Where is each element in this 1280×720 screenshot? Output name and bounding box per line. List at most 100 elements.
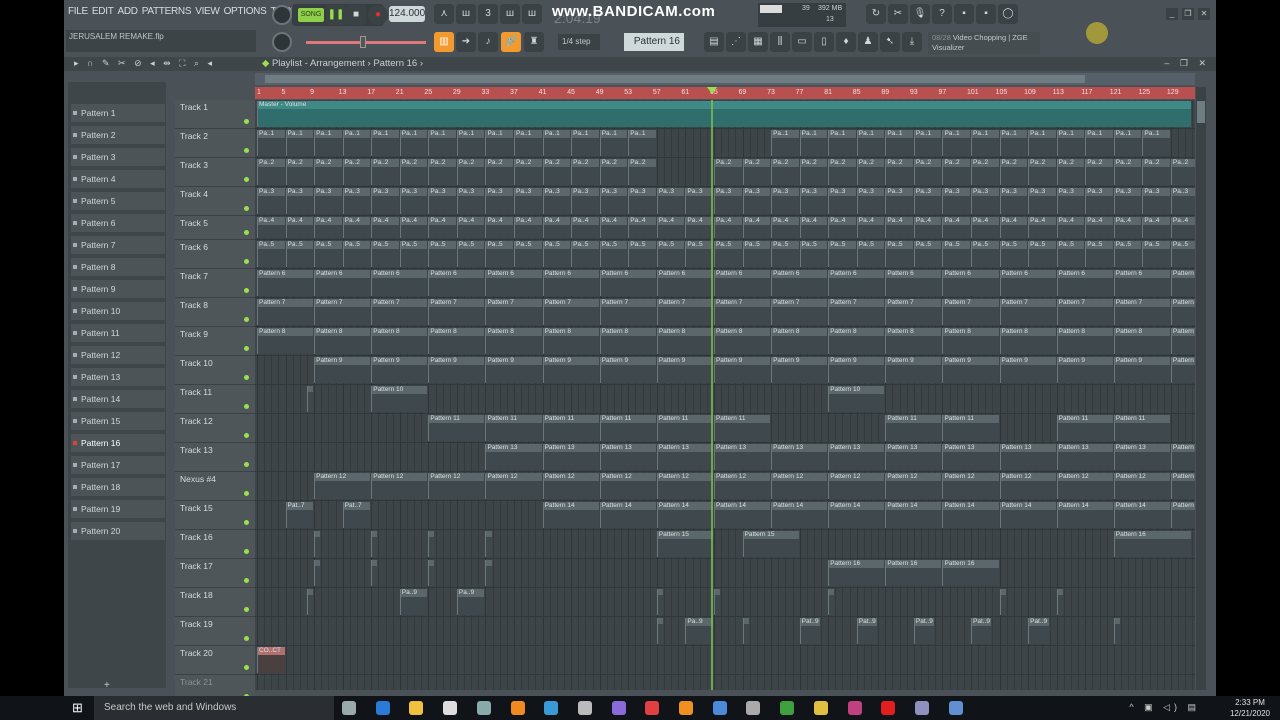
vertical-scrollbar[interactable] [1196, 87, 1206, 690]
pattern-item[interactable]: Pattern 14 [71, 390, 165, 408]
playlist-clip[interactable]: Pa..5 [828, 241, 856, 267]
track-enable-led[interactable] [244, 230, 249, 235]
playlist-clip[interactable]: Pa..1 [399, 130, 428, 156]
playlist-clip[interactable]: Pa..4 [1113, 217, 1142, 238]
playlist-clip[interactable]: Pat..9 [913, 618, 935, 644]
playlist-clip[interactable]: Pattern 6 [771, 270, 828, 296]
track-name[interactable]: Track 13 [180, 445, 213, 455]
pattern-selector[interactable]: Pattern 16 [624, 33, 684, 51]
playlist-clip[interactable]: Pa..4 [542, 217, 571, 238]
playlist-clip[interactable]: Pattern 7 [713, 299, 771, 325]
playlist-clip[interactable]: Pattern 9 [828, 357, 885, 383]
playlist-clip[interactable]: Pattern 14 [656, 502, 713, 528]
playlist-clip[interactable]: Pattern 13 [542, 444, 599, 470]
track-name[interactable]: Track 4 [180, 189, 208, 199]
playlist-clip[interactable]: Pattern 12 [1113, 473, 1170, 499]
playlist-clip[interactable]: Pattern 8 [828, 328, 885, 354]
track-enable-led[interactable] [244, 636, 249, 641]
track-header[interactable]: Track 12 [175, 414, 255, 443]
wait-for-input-icon[interactable]: ш [456, 4, 476, 24]
playlist-clip[interactable]: Pa..1 [771, 130, 799, 156]
playlist-clip[interactable]: Pa..1 [371, 130, 399, 156]
playlist-clip[interactable]: Pa..5 [1028, 241, 1056, 267]
playlist-clip[interactable]: Pa..2 [1142, 159, 1170, 185]
playlist-clip[interactable]: Pattern 12 [428, 473, 485, 499]
playlist-clip[interactable]: Pattern 12 [599, 473, 656, 499]
playlist-clip[interactable]: Pa..4 [999, 217, 1028, 238]
playlist-clip[interactable]: Pattern 7 [599, 299, 656, 325]
playlist-clip[interactable]: Pa..1 [1056, 130, 1085, 156]
track-name[interactable]: Track 9 [180, 329, 208, 339]
playlist-clip[interactable]: Pa..2 [257, 159, 285, 185]
playlist-clip[interactable]: Pa..4 [285, 217, 314, 238]
playlist-clip[interactable]: Pattern 7 [828, 299, 885, 325]
chat-icon[interactable]: ◯ [998, 4, 1018, 24]
playlist-clip[interactable]: Pattern 12 [713, 473, 771, 499]
playlist-clip[interactable]: Pattern 14 [599, 502, 656, 528]
playlist-clip[interactable]: Pa..5 [514, 241, 542, 267]
playlist-clip[interactable]: Pa..4 [485, 217, 514, 238]
playlist-clip[interactable]: Pattern 8 [542, 328, 599, 354]
playlist-clip[interactable]: Pattern 6 [1056, 270, 1113, 296]
track-header[interactable]: Nexus #4 [175, 472, 255, 501]
app-icon[interactable] [476, 701, 491, 715]
playlist-clip[interactable]: Pa..5 [742, 241, 771, 267]
track-header[interactable]: Track 13 [175, 443, 255, 472]
playlist-clip[interactable]: Pa..5 [428, 241, 456, 267]
playlist-clip[interactable]: Pattern 11 [1113, 415, 1170, 441]
playlist-clip[interactable] [314, 560, 321, 586]
playlist-clip[interactable]: Pa..5 [885, 241, 913, 267]
playlist-clip[interactable]: Pa..4 [1142, 217, 1170, 238]
playhead-marker[interactable] [707, 87, 718, 94]
playlist-clip[interactable]: Pa..5 [942, 241, 970, 267]
playlist-clip[interactable]: Pa..1 [514, 130, 542, 156]
playlist-clip[interactable]: Pattern 9 [771, 357, 828, 383]
playlist-clip[interactable]: Pa..4 [771, 217, 799, 238]
playlist-clip[interactable]: Pa..4 [656, 217, 685, 238]
playlist-clip[interactable]: Pa..4 [1056, 217, 1085, 238]
menu-options[interactable]: OPTIONS [224, 6, 267, 17]
track-name[interactable]: Track 18 [180, 590, 213, 600]
playlist-clip[interactable]: Pattern 14 [828, 502, 885, 528]
playlist-clip[interactable]: Pa..4 [685, 217, 713, 238]
playlist-clip[interactable]: Pattern 6 [828, 270, 885, 296]
playlist-clip[interactable]: Pa..4 [571, 217, 599, 238]
playlist-clip[interactable]: Pattern 6 [1170, 270, 1195, 296]
playlist-clip[interactable]: Pa..2 [371, 159, 399, 185]
playlist-clip[interactable]: Pa..4 [856, 217, 885, 238]
playlist-clip[interactable]: Pattern 13 [942, 444, 999, 470]
playlist-clip[interactable]: Pattern 8 [942, 328, 999, 354]
playlist-clip[interactable]: Pattern 11 [542, 415, 599, 441]
playlist-clip[interactable] [656, 589, 663, 615]
track-name[interactable]: Nexus #4 [180, 474, 216, 484]
playlist-clip[interactable]: Pa..5 [314, 241, 342, 267]
menu-file[interactable]: FILE [68, 6, 88, 17]
track-header[interactable]: Track 4 [175, 187, 255, 216]
track-name[interactable]: Track 5 [180, 218, 208, 228]
playlist-clip[interactable]: Pattern 14 [1113, 502, 1170, 528]
playlist-clip[interactable]: Pa..5 [999, 241, 1028, 267]
menu-view[interactable]: VIEW [195, 6, 220, 17]
playlist-clip[interactable]: Pa..5 [371, 241, 399, 267]
playlist-clip[interactable]: Pattern 6 [542, 270, 599, 296]
stamp-icon[interactable]: ♜ [524, 32, 544, 52]
playlist-clip[interactable]: Pattern 10 [371, 386, 428, 412]
countdown-icon[interactable]: 3 [478, 4, 498, 24]
playlist-clip[interactable]: Pa..5 [399, 241, 428, 267]
playlist-clip[interactable] [656, 618, 663, 644]
taskbar-clock[interactable]: 2:33 PM 12/21/2020 [1230, 697, 1270, 719]
playlist-grid[interactable]: Master - Volume Pa..1 Pa..1 Pa..1 Pa..1 Pa..1… [255, 100, 1195, 690]
playlist-clip[interactable]: Pa..5 [856, 241, 885, 267]
playlist-clip[interactable]: Pa..4 [628, 217, 656, 238]
playlist-clip[interactable]: Pa..4 [428, 217, 456, 238]
playlist-clip[interactable]: Pa..3 [371, 188, 399, 214]
playlist-clip[interactable]: Pa..9 [685, 618, 713, 644]
playlist-clip[interactable]: Pa..3 [942, 188, 970, 214]
master-volume-knob[interactable] [272, 5, 292, 25]
help-icon[interactable]: ? [932, 4, 952, 24]
playlist-clip[interactable]: Pattern 13 [485, 444, 542, 470]
playlist-clip[interactable]: Pa..1 [942, 130, 970, 156]
playlist-clip[interactable]: Pattern 13 [999, 444, 1056, 470]
stop-button[interactable]: ■ [346, 5, 366, 25]
playlist-clip[interactable] [371, 531, 378, 557]
